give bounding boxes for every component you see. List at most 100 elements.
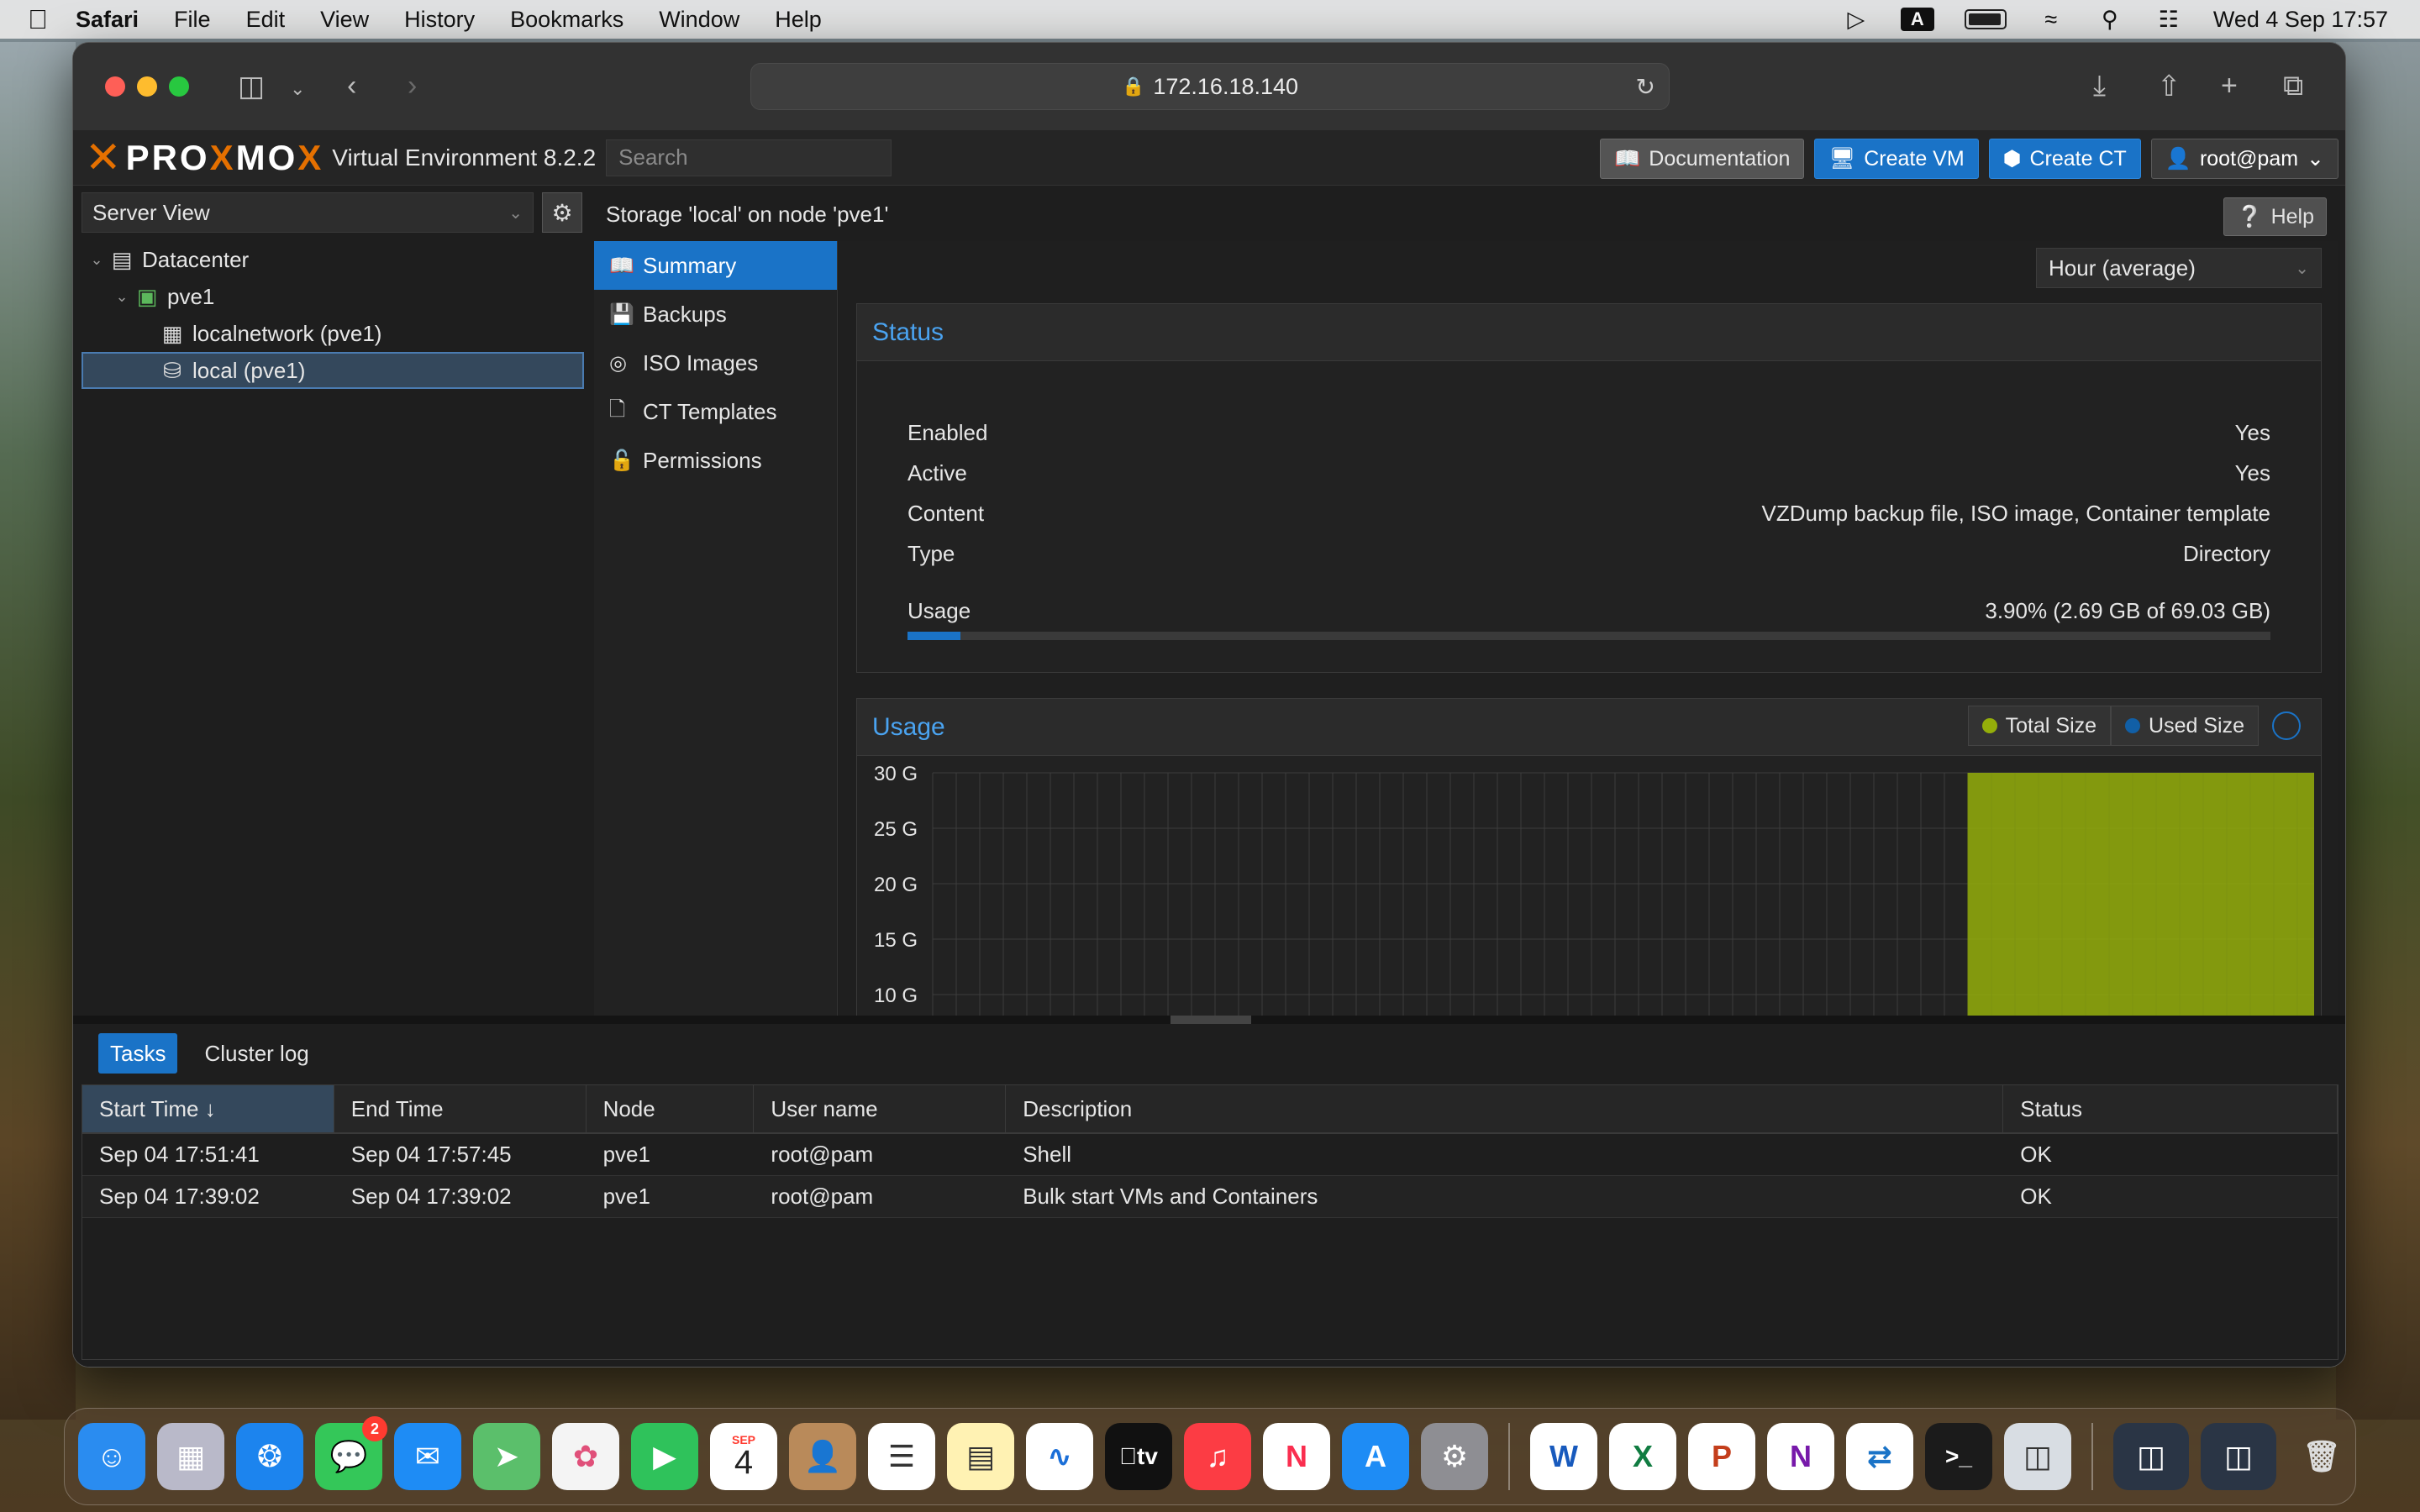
spotlight-search-icon[interactable]: ⚲: [2096, 7, 2124, 32]
tree-item-local-storage[interactable]: ⛁ local (pve1): [82, 352, 584, 389]
zoom-window-button[interactable]: [169, 76, 189, 97]
table-row[interactable]: Sep 04 17:51:41 Sep 04 17:57:45 pve1 roo…: [82, 1134, 2338, 1176]
nav-iso-images[interactable]: ◎ ISO Images: [594, 339, 837, 387]
contacts-icon[interactable]: 👤: [789, 1423, 856, 1490]
legend-used-size[interactable]: Used Size: [2111, 706, 2259, 746]
menubar-clock[interactable]: Wed 4 Sep 17:57: [2213, 7, 2388, 33]
cell-description: Shell: [1023, 1142, 1072, 1167]
tab-group-chevron-icon[interactable]: ⌄: [290, 78, 305, 100]
tree-item-datacenter[interactable]: ⌄ ▤ Datacenter: [82, 241, 584, 278]
address-bar[interactable]: 🔒 172.16.18.140 ↻: [750, 63, 1670, 110]
menu-view[interactable]: View: [320, 7, 369, 33]
wifi-icon[interactable]: ≈: [2037, 7, 2065, 32]
forward-arrow-icon[interactable]: ›: [408, 70, 417, 102]
documentation-button[interactable]: 📖 Documentation: [1600, 139, 1805, 179]
view-selector[interactable]: Server View ⌄: [82, 192, 534, 233]
tab-tasks[interactable]: Tasks: [98, 1033, 178, 1074]
freeform-icon[interactable]: ∿: [1026, 1423, 1093, 1490]
apple-menu-icon[interactable]: : [0, 4, 76, 35]
tab-cluster-log[interactable]: Cluster log: [192, 1033, 320, 1074]
safari-icon[interactable]: ❂: [236, 1423, 303, 1490]
create-vm-button[interactable]: 🖥 Create VM: [1814, 139, 1979, 179]
word-icon[interactable]: W: [1530, 1423, 1597, 1490]
close-window-button[interactable]: [105, 76, 125, 97]
collapse-chevron-icon[interactable]: ⌄: [87, 251, 107, 269]
minimized-window-icon[interactable]: ◫: [2113, 1423, 2189, 1490]
chart-legend: Total Size Used Size: [1967, 706, 2301, 746]
news-icon[interactable]: N: [1263, 1423, 1330, 1490]
reminders-icon[interactable]: ☰: [868, 1423, 935, 1490]
powerpoint-icon[interactable]: P: [1688, 1423, 1755, 1490]
system-settings-icon[interactable]: ⚙: [1421, 1423, 1488, 1490]
column-status[interactable]: Status: [2003, 1085, 2338, 1132]
apple-tv-icon[interactable]: tv: [1105, 1423, 1172, 1490]
share-icon[interactable]: ⇧: [2157, 70, 2181, 103]
music-icon[interactable]: ♫: [1184, 1423, 1251, 1490]
menu-edit[interactable]: Edit: [246, 7, 286, 33]
reload-icon[interactable]: ↻: [1636, 73, 1655, 101]
maps-icon[interactable]: ➤: [473, 1423, 540, 1490]
calendar-icon[interactable]: SEP 4: [710, 1423, 777, 1490]
menu-help[interactable]: Help: [775, 7, 822, 33]
nav-summary[interactable]: 📖 Summary: [594, 241, 837, 290]
terminal-icon[interactable]: >_: [1925, 1423, 1992, 1490]
notes-icon[interactable]: ▤: [947, 1423, 1014, 1490]
gear-icon[interactable]: ⚙: [542, 192, 582, 233]
menu-app-name[interactable]: Safari: [76, 7, 139, 33]
search-input[interactable]: Search: [606, 139, 892, 176]
launchpad-icon[interactable]: ▦: [157, 1423, 224, 1490]
menu-history[interactable]: History: [404, 7, 475, 33]
tree-item-node-pve1[interactable]: ⌄ ▣ pve1: [82, 278, 584, 315]
column-node[interactable]: Node: [587, 1085, 755, 1132]
downloads-icon[interactable]: ⤓: [2093, 70, 2106, 102]
legend-total-size[interactable]: Total Size: [1967, 706, 2112, 746]
panel-splitter[interactable]: [73, 1016, 2345, 1024]
minimize-window-button[interactable]: [137, 76, 157, 97]
tree-item-localnetwork[interactable]: ▦ localnetwork (pve1): [82, 315, 584, 352]
facetime-icon[interactable]: ▶: [631, 1423, 698, 1490]
remote-desktop-icon[interactable]: ⇄: [1846, 1423, 1913, 1490]
column-start-time[interactable]: Start Time ↓: [82, 1085, 334, 1132]
back-arrow-icon[interactable]: ‹: [347, 70, 356, 102]
sidebar-toggle-icon[interactable]: ◫: [238, 70, 265, 103]
menu-file[interactable]: File: [174, 7, 211, 33]
book-icon: 📖: [609, 254, 634, 277]
column-user-name[interactable]: User name: [754, 1085, 1007, 1132]
play-circle-icon[interactable]: ▷: [1842, 7, 1870, 32]
messages-badge: 2: [362, 1416, 387, 1441]
menu-bookmarks[interactable]: Bookmarks: [510, 7, 623, 33]
usage-chart-title: Usage: [872, 712, 945, 741]
preview-icon[interactable]: ◫: [2004, 1423, 2071, 1490]
trash-icon[interactable]: 🗑: [2288, 1423, 2355, 1490]
battery-icon[interactable]: [1964, 9, 2007, 29]
help-button[interactable]: ❔ Help: [2223, 197, 2327, 236]
minimized-window-icon[interactable]: ◫: [2201, 1423, 2276, 1490]
column-description[interactable]: Description: [1006, 1085, 2004, 1132]
collapse-chevron-icon[interactable]: ⌄: [112, 288, 132, 306]
tab-overview-icon[interactable]: ⧉: [2283, 70, 2303, 102]
user-menu-button[interactable]: 👤 root@pam ⌄: [2150, 139, 2338, 179]
nav-ct-templates[interactable]: 🗋 CT Templates: [594, 387, 837, 436]
window-controls: [105, 76, 189, 97]
messages-icon[interactable]: 💬 2: [315, 1416, 387, 1490]
column-end-time[interactable]: End Time: [334, 1085, 587, 1132]
chart-collapse-toggle-icon[interactable]: [2272, 711, 2301, 740]
new-tab-icon[interactable]: +: [2221, 70, 2238, 102]
onenote-icon[interactable]: N: [1767, 1423, 1834, 1490]
timeframe-selector[interactable]: Hour (average) ⌄: [2036, 248, 2322, 288]
create-ct-button[interactable]: ⬢ Create CT: [1988, 139, 2141, 179]
table-row[interactable]: Sep 04 17:39:02 Sep 04 17:39:02 pve1 roo…: [82, 1176, 2338, 1218]
control-center-icon[interactable]: ☷: [2154, 7, 2183, 32]
excel-icon[interactable]: X: [1609, 1423, 1676, 1490]
nav-permissions[interactable]: 🔓 Permissions: [594, 436, 837, 485]
chevron-down-icon: ⌄: [508, 203, 523, 223]
app-store-icon[interactable]: A: [1342, 1423, 1409, 1490]
status-row-active: Active Yes: [908, 460, 2270, 486]
photos-icon[interactable]: ✿: [552, 1423, 619, 1490]
input-source-icon[interactable]: A: [1900, 8, 1934, 31]
splitter-handle[interactable]: [1171, 1016, 1251, 1024]
menu-window[interactable]: Window: [659, 7, 739, 33]
nav-backups[interactable]: 💾 Backups: [594, 290, 837, 339]
mail-icon[interactable]: ✉: [394, 1423, 461, 1490]
finder-icon[interactable]: ☺: [78, 1423, 145, 1490]
